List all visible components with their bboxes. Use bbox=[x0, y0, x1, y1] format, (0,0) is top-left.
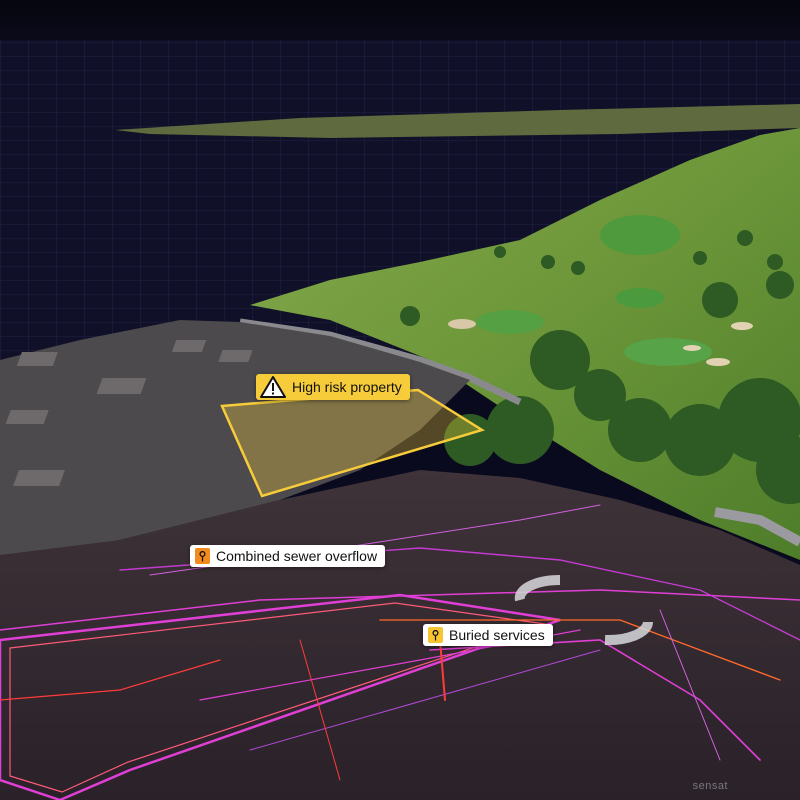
combined-sewer-overflow-callout[interactable]: Combined sewer overflow bbox=[190, 545, 386, 567]
manhole-pin-icon bbox=[428, 627, 443, 643]
green-3 bbox=[624, 338, 712, 366]
warning-triangle-icon bbox=[260, 375, 286, 399]
bunker-4 bbox=[683, 345, 701, 351]
sensat-watermark: sensat bbox=[692, 780, 728, 792]
green-4 bbox=[616, 288, 664, 308]
green-2 bbox=[476, 310, 544, 334]
bunker-1 bbox=[448, 319, 476, 329]
green-1 bbox=[600, 215, 680, 255]
bunker-3 bbox=[731, 322, 753, 330]
bunker-2 bbox=[706, 358, 730, 366]
buried-services-label: Buried services bbox=[449, 627, 545, 643]
combined-sewer-overflow-label: Combined sewer overflow bbox=[216, 548, 378, 564]
manhole-pin-icon bbox=[195, 548, 210, 564]
aerial-scene: High risk property Combined sewer overfl… bbox=[0, 0, 800, 800]
buried-services-callout[interactable]: Buried services bbox=[423, 624, 553, 646]
high-risk-property-callout[interactable]: High risk property bbox=[256, 374, 410, 400]
high-risk-property-label: High risk property bbox=[292, 379, 402, 395]
scene-canvas bbox=[0, 0, 800, 800]
